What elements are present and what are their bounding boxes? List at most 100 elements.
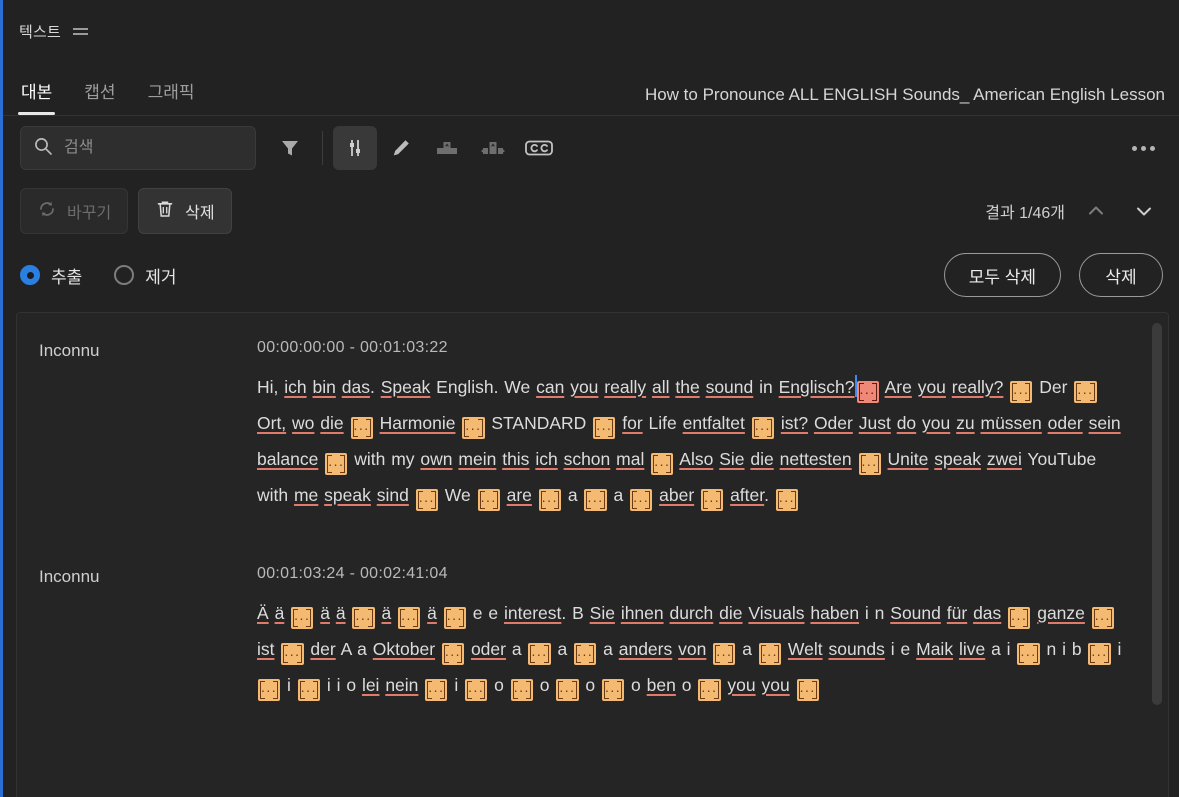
spellcheck-word[interactable]: Englisch?	[779, 377, 855, 397]
spellcheck-word[interactable]: Ä	[257, 603, 269, 623]
hamburger-icon[interactable]	[73, 24, 89, 38]
transcript-scrollbar-thumb[interactable]	[1152, 323, 1162, 705]
transcript-word[interactable]: o	[534, 675, 555, 695]
transcript-word[interactable]: a	[608, 485, 629, 505]
transcript-word[interactable]	[435, 639, 441, 659]
spellcheck-word[interactable]: you	[727, 675, 755, 695]
pause-token[interactable]: ...	[477, 489, 500, 511]
transcript-word[interactable]: a	[562, 485, 583, 505]
transcript-word[interactable]	[336, 377, 342, 397]
transcript-word[interactable]	[374, 413, 380, 433]
merge-clips-icon[interactable]	[425, 126, 469, 170]
pause-token[interactable]: ...	[291, 607, 314, 629]
spellcheck-word[interactable]: speak	[324, 485, 371, 505]
pause-token[interactable]: ...	[630, 489, 653, 511]
transcript-word[interactable]: i n	[859, 603, 890, 623]
transcript-word[interactable]	[891, 413, 897, 433]
spellcheck-word[interactable]: ich	[284, 377, 306, 397]
pause-token[interactable]: ...	[593, 417, 616, 439]
pause-token[interactable]: ...	[528, 643, 551, 665]
split-clips-icon[interactable]	[471, 126, 515, 170]
transcript-word[interactable]	[644, 449, 650, 469]
pause-token[interactable]: ...	[510, 679, 533, 701]
transcript-word[interactable]: o	[580, 675, 601, 695]
transcript-word[interactable]: a	[736, 639, 757, 659]
pause-token[interactable]: ...	[258, 679, 281, 701]
spellcheck-word[interactable]: Unite	[888, 449, 929, 469]
pause-token[interactable]: ...	[751, 417, 774, 439]
spellcheck-word[interactable]: ä	[320, 603, 330, 623]
spellcheck-word[interactable]: die	[750, 449, 773, 469]
spellcheck-word[interactable]: this	[502, 449, 529, 469]
pause-token[interactable]: ...	[462, 417, 485, 439]
spellcheck-word[interactable]: really?	[952, 377, 1004, 397]
spellcheck-word[interactable]: ä	[381, 603, 391, 623]
spellcheck-word[interactable]: für	[947, 603, 967, 623]
transcript-word[interactable]	[1003, 377, 1009, 397]
search-box[interactable]	[20, 126, 256, 170]
spellcheck-word[interactable]: you	[570, 377, 598, 397]
pause-token[interactable]: ...	[350, 417, 373, 439]
transcript-word[interactable]	[694, 485, 700, 505]
transcript-word[interactable]	[391, 603, 397, 623]
pause-token[interactable]: ...	[701, 489, 724, 511]
spellcheck-word[interactable]: der	[310, 639, 335, 659]
transcript-word[interactable]	[1001, 603, 1007, 623]
delete-selected-button[interactable]: 삭제	[1079, 253, 1163, 297]
spellcheck-word[interactable]: anders	[619, 639, 673, 659]
transcript-word[interactable]	[880, 377, 885, 397]
spellcheck-word[interactable]: you	[922, 413, 950, 433]
pause-token[interactable]: ...	[1017, 643, 1040, 665]
pause-token[interactable]: ...	[398, 607, 421, 629]
transcript-word[interactable]	[284, 603, 290, 623]
spellcheck-word[interactable]: ist	[257, 639, 275, 659]
pause-token[interactable]: ...	[1088, 643, 1111, 665]
spellcheck-word[interactable]: schon	[564, 449, 611, 469]
transcript-word[interactable]	[269, 603, 275, 623]
spellcheck-word[interactable]: ä	[336, 603, 346, 623]
spellcheck-word[interactable]: das	[342, 377, 370, 397]
transcript-word[interactable]	[706, 639, 712, 659]
tab-transcript[interactable]: 대본	[18, 78, 56, 115]
transcript-word[interactable]	[774, 449, 780, 469]
spellcheck-word[interactable]: speak	[934, 449, 981, 469]
transcript-word[interactable]	[532, 485, 538, 505]
transcript-word[interactable]	[1085, 603, 1091, 623]
transcript-word[interactable]	[615, 603, 621, 623]
transcript-word[interactable]: o	[676, 675, 697, 695]
spellcheck-word[interactable]: you	[918, 377, 946, 397]
transcript-word[interactable]: A a	[336, 639, 373, 659]
pause-token[interactable]: ...	[1074, 381, 1097, 403]
transcript-word[interactable]: We	[439, 485, 477, 505]
transcript-word[interactable]: English. We	[430, 377, 536, 397]
transcript-word[interactable]: i	[1112, 639, 1121, 659]
spellcheck-word[interactable]: you	[761, 675, 789, 695]
transcript-scrollbar[interactable]	[1152, 321, 1162, 791]
transcript-word[interactable]: .	[764, 485, 775, 505]
spellcheck-word[interactable]: Welt	[788, 639, 823, 659]
search-input[interactable]	[64, 139, 243, 157]
spellcheck-word[interactable]: for	[622, 413, 642, 433]
transcript-word[interactable]	[852, 449, 858, 469]
pause-token[interactable]: ...	[297, 679, 320, 701]
pause-token[interactable]: ...	[584, 489, 607, 511]
spellcheck-word[interactable]: can	[536, 377, 564, 397]
transcript-scroll-area[interactable]: Inconnu 00:00:00:00 - 00:01:03:22 Hi, ich …	[17, 313, 1168, 797]
spellcheck-word[interactable]: interest	[504, 603, 561, 623]
transcript-word[interactable]: a i	[985, 639, 1016, 659]
pause-token[interactable]: ...	[602, 679, 625, 701]
spellcheck-word[interactable]: sind	[377, 485, 409, 505]
spellcheck-word[interactable]: Maik	[916, 639, 953, 659]
transcript-word[interactable]	[371, 485, 377, 505]
transcript-word[interactable]	[409, 485, 415, 505]
transcript-word[interactable]	[1042, 413, 1048, 433]
spellcheck-word[interactable]: Sie	[590, 603, 615, 623]
spellcheck-word[interactable]: ich	[535, 449, 557, 469]
spellcheck-word[interactable]: Sie	[719, 449, 744, 469]
pause-token[interactable]: ...	[325, 453, 348, 475]
pause-token[interactable]: ...	[538, 489, 561, 511]
spellcheck-word[interactable]: live	[959, 639, 985, 659]
spellcheck-word[interactable]: bin	[313, 377, 336, 397]
spellcheck-word[interactable]: Also	[679, 449, 713, 469]
pause-token[interactable]: ...	[1091, 607, 1114, 629]
